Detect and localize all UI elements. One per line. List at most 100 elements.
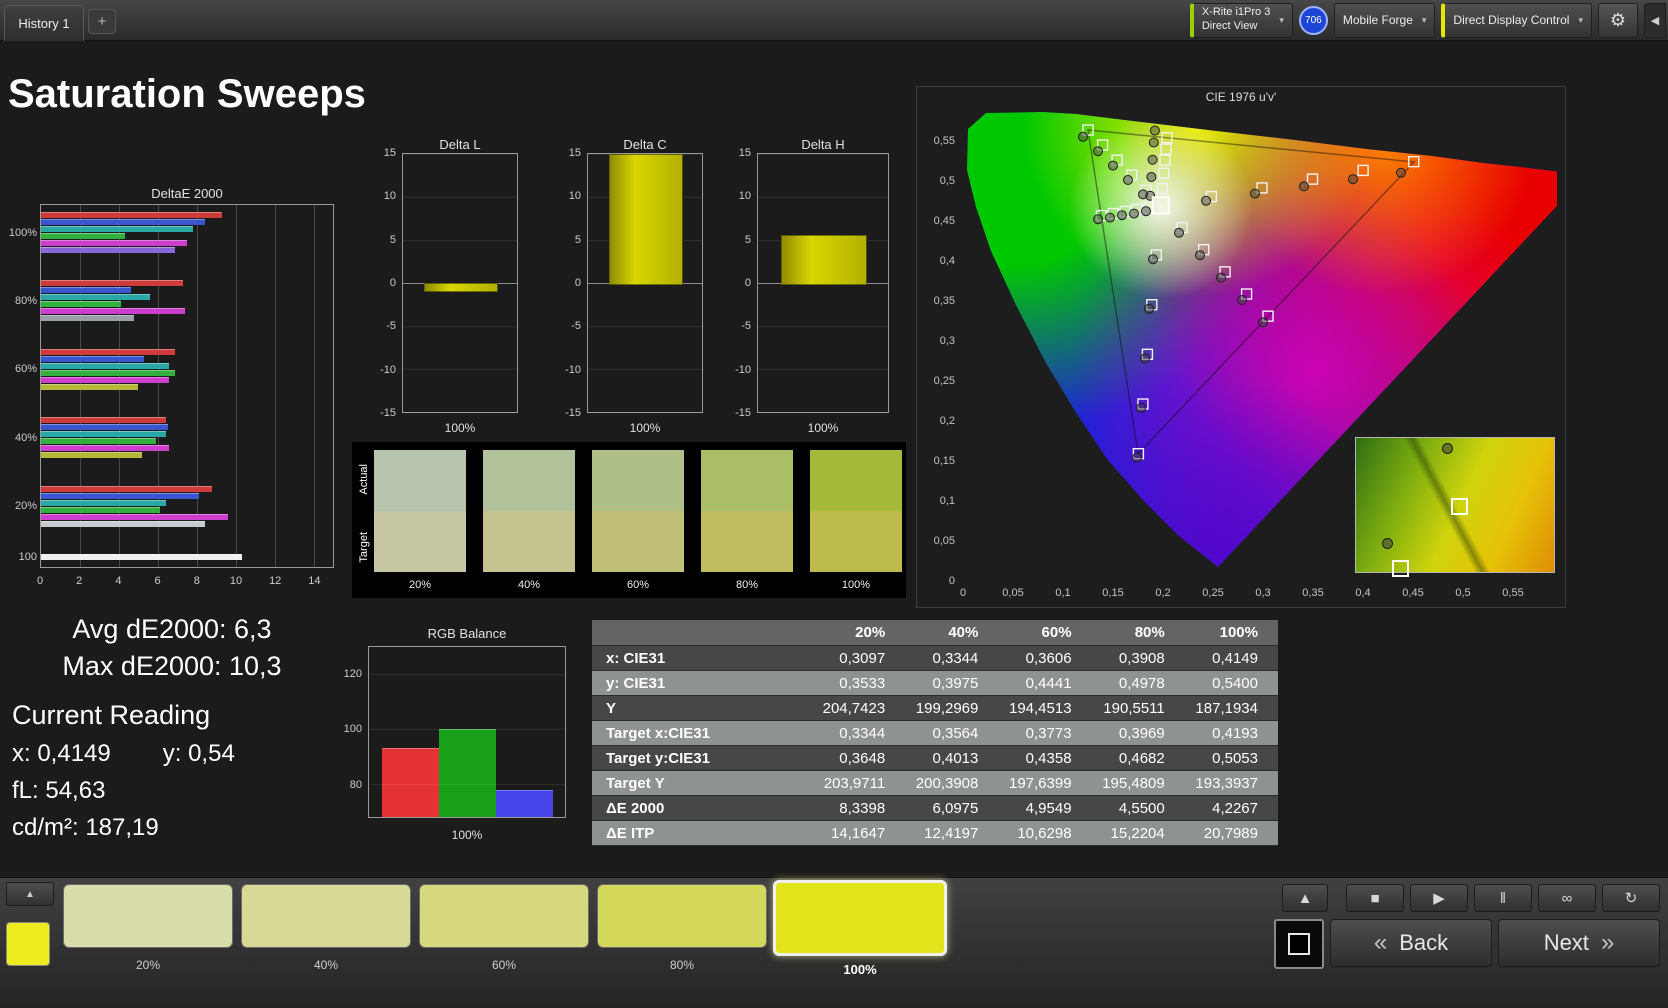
blue-bar xyxy=(496,790,553,817)
pause-button[interactable]: ‖ xyxy=(1474,884,1532,912)
table-cell: 0,3606 xyxy=(998,646,1091,671)
table-row: x: CIE310,30970,33440,36060,39080,4149 xyxy=(592,646,1278,671)
saturation-data-table: 20%40%60%80%100% x: CIE310,30970,33440,3… xyxy=(592,620,1278,846)
pattern-window-button[interactable] xyxy=(1274,919,1324,969)
rgb-balance-chart: RGB Balance 12010080 100% xyxy=(332,626,572,844)
saturation-level-button[interactable]: 60% xyxy=(420,884,588,972)
measured-point xyxy=(1149,138,1158,147)
loop-button[interactable]: ↻ xyxy=(1602,884,1660,912)
y-tick-label: -15 xyxy=(565,407,581,419)
table-row: Target Y203,9711200,3908197,6399195,4809… xyxy=(592,771,1278,796)
table-row: ΔE 20008,33986,09754,95494,55004,2267 xyxy=(592,796,1278,821)
bar-group: 40% xyxy=(41,416,333,459)
x-tick-label: 2 xyxy=(76,575,82,587)
group-label: 40% xyxy=(4,432,37,444)
back-button[interactable]: « Back xyxy=(1330,919,1492,967)
settings-button[interactable]: ⚙ xyxy=(1598,3,1638,38)
bar xyxy=(41,247,175,253)
bar xyxy=(41,219,205,225)
row-label: Target Y xyxy=(592,771,812,796)
column-header: 100% xyxy=(1185,620,1278,646)
saturation-level-button[interactable]: 80% xyxy=(598,884,766,972)
display-control-dropdown[interactable]: Direct Display Control ▾ xyxy=(1441,3,1592,38)
gridline xyxy=(588,369,702,370)
y-tick-label: 10 xyxy=(569,190,581,202)
next-button[interactable]: Next » xyxy=(1498,919,1660,967)
saturation-level-button[interactable]: 20% xyxy=(64,884,232,972)
table-cell: 0,3344 xyxy=(812,721,905,746)
target-swatch xyxy=(483,511,575,572)
measured-point xyxy=(1109,161,1118,170)
bar xyxy=(41,315,134,321)
current-fl: fL: 54,63 xyxy=(12,777,338,805)
current-color-indicator xyxy=(6,922,50,966)
y-tick-label: 80 xyxy=(350,779,362,791)
source-dropdown[interactable]: Mobile Forge ▾ xyxy=(1334,3,1436,38)
target-swatch xyxy=(592,511,684,572)
scroll-up-button[interactable]: ▲ xyxy=(1282,884,1328,912)
bar xyxy=(41,370,175,376)
gridline xyxy=(403,412,517,413)
level-label: 100% xyxy=(843,962,876,977)
bar-group: 100 xyxy=(41,553,333,561)
level-swatch xyxy=(241,884,411,948)
gridline xyxy=(588,412,702,413)
y-tick-label: -15 xyxy=(735,407,751,419)
y-tick-label: -5 xyxy=(741,320,751,332)
deltae2000-plot: 100%80%60%40%20%100 xyxy=(40,204,334,568)
next-chevrons-icon: » xyxy=(1601,929,1614,957)
saturation-level-button[interactable]: 100% xyxy=(776,884,944,977)
measured-point xyxy=(1397,168,1406,177)
bar xyxy=(41,308,185,314)
measured-point xyxy=(1251,189,1260,198)
meter-dropdown[interactable]: X-Rite i1Pro 3 Direct View ▾ xyxy=(1190,3,1293,38)
y-tick-label: 15 xyxy=(739,147,751,159)
table-cell: 6,0975 xyxy=(905,796,998,821)
tab-history-1[interactable]: History 1 xyxy=(4,5,84,41)
x-tick-label: 8 xyxy=(194,575,200,587)
measured-point xyxy=(1133,453,1142,462)
bar xyxy=(41,377,169,383)
add-tab-button[interactable]: + xyxy=(88,9,116,34)
gridline xyxy=(588,326,702,327)
stop-button[interactable]: ■ xyxy=(1346,884,1404,912)
table-row: Target y:CIE310,36480,40130,43580,46820,… xyxy=(592,746,1278,771)
table-cell: 0,5053 xyxy=(1185,746,1278,771)
delta-bar xyxy=(609,154,684,285)
axis-tick-label: 0,45 xyxy=(1402,587,1423,599)
table-cell: 200,3908 xyxy=(905,771,998,796)
swatch-column: 60% xyxy=(592,450,684,591)
table-cell: 0,3344 xyxy=(905,646,998,671)
gridline xyxy=(758,154,888,155)
level-label: 20% xyxy=(136,958,160,972)
bar xyxy=(41,452,142,458)
collapse-panel-button[interactable]: ◀ xyxy=(1644,3,1666,38)
play-button[interactable]: ▶ xyxy=(1410,884,1468,912)
loop-icon: ↻ xyxy=(1625,889,1638,907)
actual-swatch xyxy=(810,450,902,511)
group-label: 100 xyxy=(4,551,37,563)
up-arrow-icon: ▲ xyxy=(1298,890,1313,907)
y-tick-label: 10 xyxy=(739,190,751,202)
bar xyxy=(41,226,193,232)
x-axis-label: 100% xyxy=(757,421,889,435)
back-chevrons-icon: « xyxy=(1374,929,1387,957)
table-cell: 0,3097 xyxy=(812,646,905,671)
axis-tick-label: 0,5 xyxy=(1455,587,1470,599)
y-tick-label: 100 xyxy=(344,723,362,735)
group-label: 100% xyxy=(4,227,37,239)
y-tick-label: 10 xyxy=(384,190,396,202)
up-arrow-icon: ▲ xyxy=(25,889,35,900)
table-cell: 4,5500 xyxy=(1092,796,1185,821)
expand-panel-button[interactable]: ▲ xyxy=(6,882,54,906)
target-swatch xyxy=(374,511,466,572)
measured-point xyxy=(1202,196,1211,205)
table-cell: 4,2267 xyxy=(1185,796,1278,821)
axis-tick-label: 0,55 xyxy=(934,135,955,147)
swatch-label: 40% xyxy=(518,579,540,591)
saturation-level-button[interactable]: 40% xyxy=(242,884,410,972)
continuous-button[interactable]: ∞ xyxy=(1538,884,1596,912)
gridline xyxy=(758,369,888,370)
topbar-controls: X-Rite i1Pro 3 Direct View ▾ 706 Mobile … xyxy=(1190,0,1666,40)
pause-icon: ‖ xyxy=(1500,890,1506,907)
